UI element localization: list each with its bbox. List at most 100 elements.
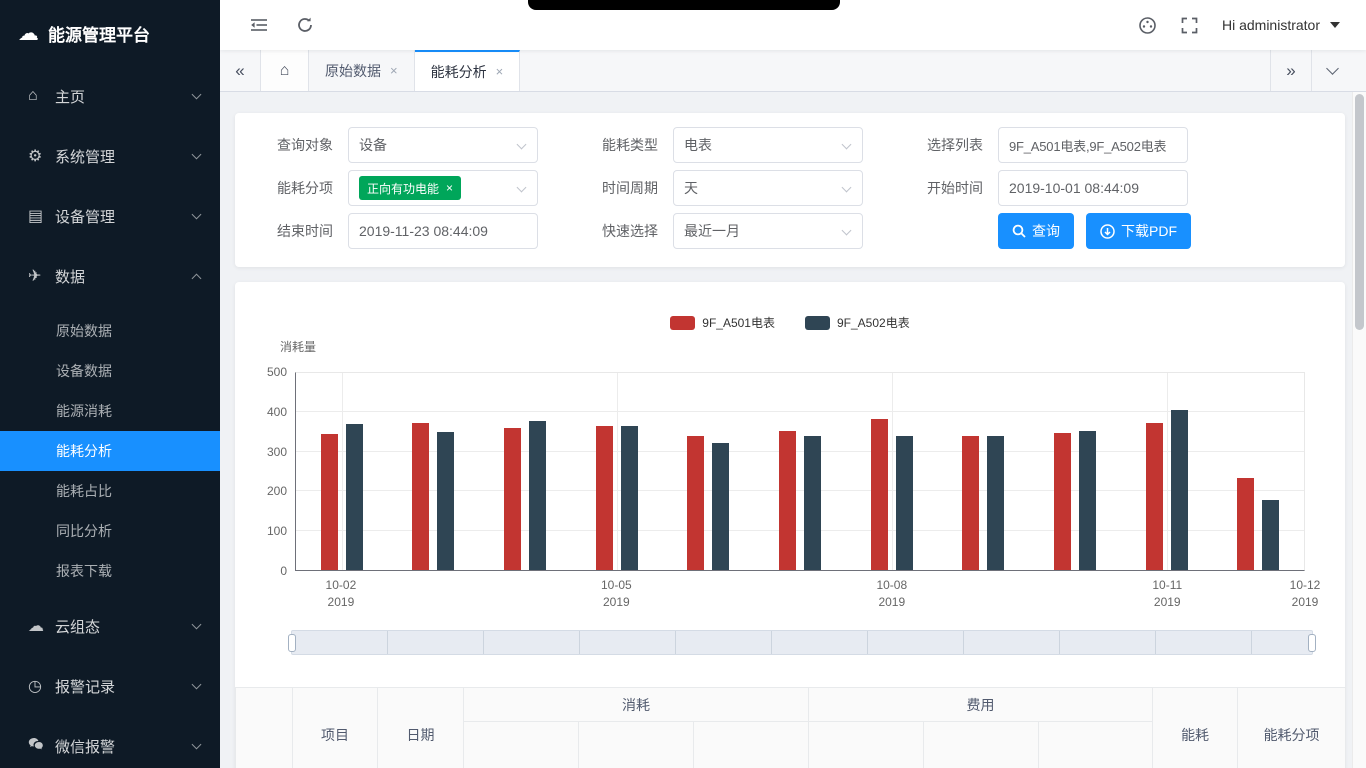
- sidebar-item-cloud-config[interactable]: ☁ 云组态: [0, 596, 220, 656]
- vertical-scrollbar[interactable]: [1352, 92, 1366, 768]
- tab-consumption-analysis[interactable]: 能耗分析 ×: [415, 50, 521, 91]
- search-icon: [1012, 224, 1026, 238]
- sidebar-item-consumption-ratio[interactable]: 能耗占比: [0, 471, 220, 511]
- tag-close-icon[interactable]: ×: [446, 182, 453, 194]
- bar[interactable]: [437, 432, 454, 570]
- chevron-down-icon: [842, 140, 852, 150]
- legend-swatch-icon: [670, 316, 695, 330]
- query-object-select[interactable]: 设备: [348, 127, 538, 163]
- y-axis-title: 消耗量: [280, 338, 316, 355]
- sidebar-item-wechat-alarm[interactable]: 微信报警: [0, 716, 220, 768]
- sidebar-item-consumption-analysis[interactable]: 能耗分析: [0, 431, 220, 471]
- sidebar-item-system[interactable]: ⚙ 系统管理: [0, 126, 220, 186]
- bar[interactable]: [804, 436, 821, 570]
- legend-label: 9F_A502电表: [837, 314, 910, 331]
- tabs-scroll-right-button[interactable]: »: [1270, 50, 1311, 91]
- slider-handle-right[interactable]: [1308, 634, 1316, 652]
- legend-label: 9F_A501电表: [702, 314, 775, 331]
- slider-handle-left[interactable]: [288, 634, 296, 652]
- app-logo: ☁ 能源管理平台: [0, 0, 220, 66]
- energy-type-select[interactable]: 电表: [673, 127, 863, 163]
- datazoom-slider[interactable]: [291, 630, 1313, 655]
- sidebar-fold-icon[interactable]: [250, 16, 268, 34]
- scrollbar-thumb[interactable]: [1355, 94, 1364, 330]
- close-icon[interactable]: ×: [496, 64, 504, 79]
- legend-item[interactable]: 9F_A502电表: [805, 314, 910, 331]
- download-pdf-button[interactable]: 下载PDF: [1086, 213, 1191, 249]
- sidebar-item-label: 设备管理: [55, 206, 193, 227]
- bar[interactable]: [987, 436, 1004, 570]
- user-menu[interactable]: Hi administrator: [1222, 17, 1340, 33]
- bar[interactable]: [596, 426, 613, 570]
- sidebar-item-device[interactable]: ▤ 设备管理: [0, 186, 220, 246]
- y-axis-tick-label: 500: [267, 365, 287, 379]
- select-list-label: 选择列表: [885, 135, 998, 155]
- bar[interactable]: [871, 419, 888, 570]
- bar[interactable]: [321, 434, 338, 570]
- sub-header-cell: [1039, 722, 1153, 768]
- y-axis-labels: 0100200300400500: [235, 372, 287, 571]
- chart-plot[interactable]: [295, 372, 1305, 571]
- search-button[interactable]: 查询: [998, 213, 1074, 249]
- legend-swatch-icon: [805, 316, 830, 330]
- theme-icon[interactable]: [1138, 16, 1157, 35]
- bar-group: [663, 373, 755, 570]
- bar-group: [1029, 373, 1121, 570]
- end-time-label: 结束时间: [235, 221, 348, 241]
- time-period-select[interactable]: 天: [673, 170, 863, 206]
- tab-label: 能耗分析: [431, 62, 487, 82]
- bar[interactable]: [896, 436, 913, 570]
- tabs-menu-button[interactable]: [1311, 50, 1352, 91]
- bar[interactable]: [962, 436, 979, 570]
- sidebar-item-yoy-analysis[interactable]: 同比分析: [0, 511, 220, 551]
- sub-header-cell: [694, 722, 809, 768]
- sidebar-item-data[interactable]: ✈ 数据: [0, 246, 220, 306]
- sidebar-item-label: 数据: [55, 266, 193, 287]
- bar[interactable]: [412, 423, 429, 570]
- sidebar-item-home[interactable]: ⌂ 主页: [0, 66, 220, 126]
- home-icon: ⌂: [280, 62, 290, 80]
- sidebar-item-raw-data[interactable]: 原始数据: [0, 311, 220, 351]
- filter-actions: 查询 下载PDF: [885, 213, 1345, 249]
- content: 查询对象 设备 能耗类型 电表 选择列表 9F_A501电表,9F_A502电表: [220, 92, 1352, 768]
- bar[interactable]: [779, 431, 796, 570]
- layers-icon: ▤: [28, 206, 55, 226]
- close-icon[interactable]: ×: [390, 63, 398, 78]
- sidebar-item-report-download[interactable]: 报表下载: [0, 551, 220, 591]
- bar-group: [296, 373, 388, 570]
- sidebar-item-label: 系统管理: [55, 146, 193, 167]
- legend-item[interactable]: 9F_A501电表: [670, 314, 775, 331]
- fullscreen-icon[interactable]: [1181, 17, 1198, 34]
- bar[interactable]: [1054, 433, 1071, 570]
- wechat-icon: [28, 737, 55, 756]
- tabs-scroll-left-button[interactable]: «: [220, 50, 261, 91]
- bar[interactable]: [712, 443, 729, 570]
- col-header-energy-item: 能耗分项: [1238, 688, 1346, 768]
- bar[interactable]: [687, 436, 704, 570]
- sidebar-item-device-data[interactable]: 设备数据: [0, 351, 220, 391]
- tab-raw-data[interactable]: 原始数据 ×: [309, 50, 415, 91]
- bar[interactable]: [621, 426, 638, 570]
- tabbar: « ⌂ 原始数据 × 能耗分析 × »: [220, 50, 1366, 92]
- bar[interactable]: [1262, 500, 1279, 570]
- tab-home[interactable]: ⌂: [261, 50, 309, 91]
- bar[interactable]: [346, 424, 363, 570]
- energy-item-select[interactable]: 正向有功电能 ×: [348, 170, 538, 206]
- sidebar-item-energy-consumption[interactable]: 能源消耗: [0, 391, 220, 431]
- bar[interactable]: [1237, 478, 1254, 570]
- bar[interactable]: [529, 421, 546, 570]
- meter-list-input[interactable]: 9F_A501电表,9F_A502电表: [998, 127, 1188, 163]
- bar[interactable]: [1079, 431, 1096, 570]
- quick-select-select[interactable]: 最近一月: [673, 213, 863, 249]
- sidebar-item-alarm-record[interactable]: ◷ 报警记录: [0, 656, 220, 716]
- bar[interactable]: [504, 428, 521, 570]
- end-time-input[interactable]: 2019-11-23 08:44:09: [348, 213, 538, 249]
- bar-group: [846, 373, 938, 570]
- refresh-icon[interactable]: [296, 16, 314, 34]
- filter-field-energy-item: 能耗分项 正向有功电能 ×: [235, 170, 560, 206]
- start-time-input[interactable]: 2019-10-01 08:44:09: [998, 170, 1188, 206]
- bar[interactable]: [1171, 410, 1188, 570]
- submenu-item-label: 设备数据: [56, 361, 112, 381]
- bar[interactable]: [1146, 423, 1163, 570]
- sidebar-item-label: 报警记录: [55, 676, 193, 697]
